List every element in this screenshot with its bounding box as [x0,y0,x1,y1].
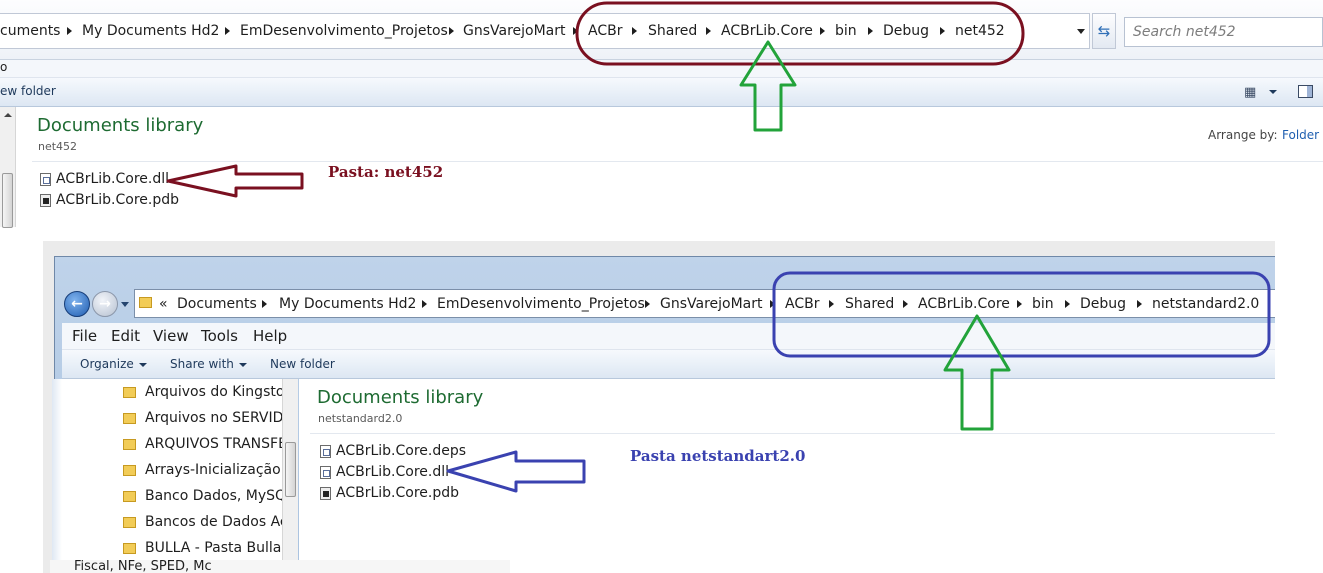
annotation-top-ellipse [575,1,1025,66]
annotation-green-arrow-top [739,40,797,132]
annotation-overlay [166,1,1271,493]
annotation-green-arrow-bottom [943,314,1011,431]
annotation-blue-arrow [446,450,586,493]
annotation-bottom-box [772,271,1271,358]
annotation-red-arrow [166,164,304,198]
